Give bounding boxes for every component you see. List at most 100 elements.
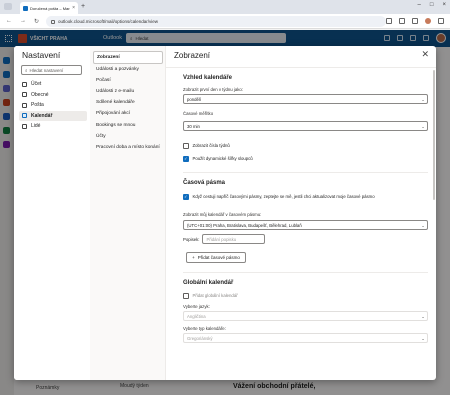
language-label: Vyberte jazyk: (183, 304, 210, 309)
divider (183, 172, 428, 173)
reload-icon[interactable]: ↻ (34, 18, 39, 25)
checkmark-icon[interactable]: ✓ (183, 156, 189, 162)
category-label: Pošta (31, 102, 44, 109)
divider (166, 67, 436, 68)
tab-close-icon[interactable]: × (72, 5, 75, 11)
more-icon[interactable] (438, 18, 444, 24)
forward-icon[interactable]: → (20, 18, 26, 25)
chevron-down-icon: ⌄ (421, 313, 425, 319)
category-people[interactable]: Lidé (19, 121, 87, 132)
chevron-down-icon: ⌄ (421, 222, 425, 228)
address-bar-row: ← → ↻ outlook.cloud.microsoft/mail/optio… (0, 14, 450, 29)
time-scale-dropdown[interactable]: 30 min ⌄ (183, 121, 428, 131)
settings-content: Zobrazení ✕ Vzhled kalendáře Zobrazit pr… (166, 46, 436, 380)
caption-label: Popisek: (183, 236, 200, 242)
time-scale-label: Časové měřítko (183, 111, 214, 116)
category-mail[interactable]: Pošta (19, 100, 87, 111)
subsetting-shared-calendars[interactable]: Sdílené kalendáře (90, 98, 166, 109)
subsetting-meetings[interactable]: Připojování akcí (90, 109, 166, 120)
profile-avatar[interactable] (425, 18, 431, 24)
week-numbers-label: Zobrazit čísla týdnů (192, 143, 230, 149)
divider (183, 272, 428, 273)
settings-dialog: Nastavení ⌕ Hledat nastavení Účet Obecné… (14, 46, 436, 380)
tab-actions-icon[interactable] (4, 3, 12, 10)
back-icon[interactable]: ← (6, 18, 12, 25)
subsetting-work-hours[interactable]: Pracovní doba a místo konání (90, 142, 166, 153)
settings-search-input[interactable]: ⌕ Hledat nastavení (21, 65, 82, 75)
category-general[interactable]: Obecné (19, 90, 87, 101)
outlook-favicon-icon (23, 5, 28, 11)
search-icon: ⌕ (25, 67, 28, 73)
global-calendar-label: Přidat globální kalendář (192, 293, 238, 299)
minimize-icon[interactable]: – (418, 2, 421, 8)
calendar-type-label: Vyberte typ kalendáře: (183, 326, 226, 331)
site-info-icon[interactable] (51, 19, 55, 24)
maximize-icon[interactable]: □ (430, 2, 434, 8)
category-calendar[interactable]: Kalendář (19, 110, 87, 121)
category-label: Účet (31, 81, 42, 88)
calendar-icon (22, 113, 27, 119)
checkmark-icon[interactable]: ✓ (183, 194, 189, 200)
language-dropdown[interactable]: Angličtina ⌄ (183, 311, 428, 321)
browser-tab[interactable]: Doručená pošta – Marek Anton × (20, 2, 78, 14)
nav-buttons: ← → ↻ (6, 18, 39, 25)
content-title: Zobrazení (174, 51, 211, 60)
url-input[interactable]: outlook.cloud.microsoft/mail/options/cal… (46, 16, 386, 27)
subsetting-bookings[interactable]: Bookings se mnou (90, 120, 166, 131)
checkbox-unchecked[interactable] (183, 293, 189, 299)
travel-timezone-checkbox[interactable]: ✓ Když cestuji napříč časovými pásmy, ze… (183, 194, 375, 200)
gear-icon (22, 92, 27, 98)
first-day-dropdown[interactable]: pondělí ⌄ (183, 94, 428, 104)
settings-nav: Nastavení ⌕ Hledat nastavení Účet Obecné… (14, 46, 90, 380)
settings-search-placeholder: Hledat nastavení (29, 67, 64, 73)
chevron-down-icon: ⌄ (421, 96, 425, 102)
settings-title: Nastavení (22, 50, 61, 60)
collections-icon[interactable] (412, 18, 418, 24)
timezone-label: Zobrazit můj kalendář v časovém pásmu: (183, 212, 262, 217)
browser-tabstrip: Doručená pošta – Marek Anton × + – □ × (0, 0, 450, 14)
travel-timezone-label: Když cestuji napříč časovými pásmy, zept… (192, 194, 375, 200)
checkbox-unchecked[interactable] (183, 143, 189, 149)
favorites-icon[interactable] (399, 18, 405, 24)
subsetting-email-events[interactable]: Události z e-mailu (90, 87, 166, 98)
category-label: Kalendář (31, 112, 53, 119)
mail-icon (22, 102, 27, 108)
caption-input[interactable]: Přidání popisku (202, 234, 266, 244)
url-text: outlook.cloud.microsoft/mail/options/cal… (58, 19, 159, 24)
timezone-value: (UTC+01:00) Praha, Bratislava, Budapešť,… (187, 222, 302, 228)
time-scale-value: 30 min (187, 123, 200, 129)
browser-toolbar-icons (386, 18, 444, 24)
section-calendar-appearance: Vzhled kalendáře (183, 75, 233, 81)
section-global-calendar: Globální kalendář (183, 280, 234, 286)
section-time-zones: Časová pásma (183, 180, 226, 186)
window-controls: – □ × (418, 2, 446, 8)
first-day-label: Zobrazit první den v týdnu jako: (183, 87, 243, 92)
subsetting-events[interactable]: Události a pozvánky (90, 64, 166, 75)
first-day-value: pondělí (187, 96, 202, 102)
subsetting-weather[interactable]: Počasí (90, 75, 166, 86)
subsetting-view[interactable]: Zobrazení (93, 51, 163, 65)
new-tab-icon[interactable]: + (81, 3, 85, 10)
calendar-type-value: Gregoriánský (187, 335, 213, 341)
dynamic-columns-label: Použít dynamické šířky sloupců (192, 156, 253, 162)
subsetting-accounts[interactable]: Účty (90, 131, 166, 142)
scrollbar[interactable] (433, 70, 435, 200)
category-account[interactable]: Účet (19, 79, 87, 90)
timezone-dropdown[interactable]: (UTC+01:00) Praha, Bratislava, Budapešť,… (183, 220, 428, 230)
category-label: Lidé (31, 123, 41, 130)
week-numbers-checkbox[interactable]: Zobrazit čísla týdnů (183, 143, 230, 149)
tab-title: Doručená pošta – Marek Anton (30, 5, 70, 11)
dynamic-columns-checkbox[interactable]: ✓ Použít dynamické šířky sloupců (183, 156, 253, 162)
person-icon (22, 81, 27, 87)
close-window-icon[interactable]: × (442, 2, 446, 8)
chevron-down-icon: ⌄ (421, 123, 425, 129)
language-value: Angličtina (187, 313, 206, 319)
global-calendar-checkbox[interactable]: Přidat globální kalendář (183, 293, 238, 299)
extensions-icon[interactable] (386, 18, 392, 24)
timezone-caption-row: Popisek: Přidání popisku (183, 234, 266, 244)
calendar-type-dropdown[interactable]: Gregoriánský ⌄ (183, 333, 428, 343)
settings-categories: Účet Obecné Pošta Kalendář Lidé (19, 79, 87, 132)
add-timezone-button[interactable]: + Přidat časové pásmo (186, 252, 246, 263)
close-icon[interactable]: ✕ (421, 49, 429, 60)
chevron-down-icon: ⌄ (421, 335, 425, 341)
